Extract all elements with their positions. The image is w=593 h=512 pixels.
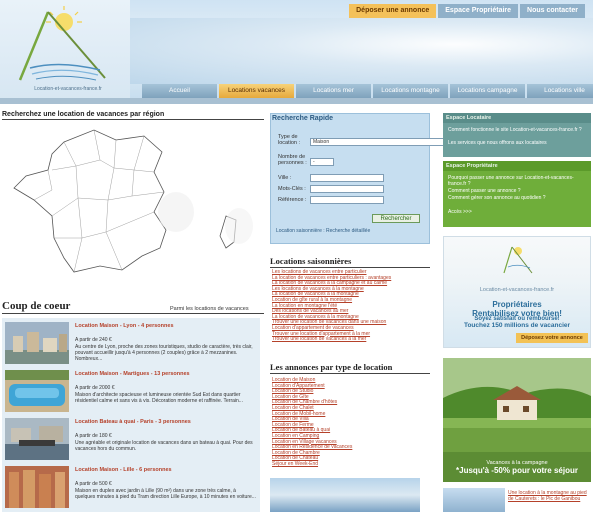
- site-header: Location-et-vacances-france.fr Déposer u…: [0, 0, 593, 104]
- persons-label: Nombre de personnes :: [278, 154, 307, 166]
- listing-price: A partir de 2000 €: [75, 385, 115, 391]
- logo-mountain-sun-icon: [503, 246, 533, 274]
- type-label: Type de location :: [278, 134, 301, 146]
- espace-proprietaire-link-1[interactable]: Pourquoi passer une annonce sur Location…: [448, 175, 588, 187]
- lille-photo[interactable]: [5, 466, 69, 508]
- ad-line-4: Soyez satisfait ou remboursé!: [474, 316, 560, 322]
- rechercher-button[interactable]: Rechercher: [372, 214, 420, 223]
- espace-locataire-title: Espace Locataire: [446, 115, 492, 121]
- motscles-label: Mots-Clés :: [278, 186, 306, 192]
- nav-divider: [0, 98, 593, 104]
- lyon-photo[interactable]: [5, 322, 69, 364]
- annonces-type-links: Location de Maison Location d'Appartement…: [272, 377, 432, 468]
- type-select[interactable]: Maison: [310, 138, 446, 146]
- france-map[interactable]: [4, 120, 264, 285]
- deposer-annonce-link[interactable]: Déposer une annonce: [349, 4, 437, 18]
- tab-locations-ville[interactable]: Locations ville: [527, 84, 593, 98]
- montagne-thumbnail[interactable]: [443, 488, 505, 512]
- listing-description: Au centre de Lyon, proche des zones tour…: [75, 344, 253, 362]
- logo-mountain-sun-icon: [18, 6, 106, 81]
- ad-logo-text: Location-et-vacances-france.fr: [479, 287, 555, 293]
- main-nav: Accueil Locations vacances Locations mer…: [142, 84, 593, 98]
- espace-proprietaire-link[interactable]: Espace Propriétaire: [438, 4, 519, 18]
- logo-text: Location-et-vacances-france.fr: [34, 86, 102, 92]
- espace-proprietaire-acces[interactable]: Accès >>>: [448, 209, 588, 215]
- ville-label: Ville :: [278, 175, 292, 181]
- listing-title[interactable]: Location Maison - Martigues - 13 personn…: [75, 371, 190, 377]
- tab-accueil[interactable]: Accueil: [142, 84, 217, 98]
- reference-input[interactable]: [310, 196, 384, 204]
- list-item-link[interactable]: Séjour en Week-End: [272, 461, 432, 468]
- tab-locations-vacances[interactable]: Locations vacances: [219, 84, 294, 98]
- mountain-photo[interactable]: [270, 478, 420, 512]
- listing-title[interactable]: Location Maison - Lyon - 4 personnes: [75, 323, 174, 329]
- reference-label: Référence :: [278, 197, 307, 203]
- list-item[interactable]: Location Maison - Martigues - 13 personn…: [2, 368, 260, 414]
- quick-search-title: Recherche Rapide: [272, 115, 334, 122]
- list-item[interactable]: Location Maison - Lille - 6 personnes A …: [2, 464, 260, 510]
- header-sky-banner: [130, 18, 593, 84]
- espace-proprietaire-link-3[interactable]: Comment gérer son annonce au quotidien ?: [448, 195, 588, 201]
- locations-saisonnieres-title: Locations saisonnières: [270, 256, 430, 268]
- listing-description: Une agréable et originale location de va…: [75, 440, 253, 452]
- boat-photo[interactable]: [5, 418, 69, 460]
- montagne-article-link[interactable]: Une location à la montagne au pied de Ca…: [508, 490, 592, 502]
- annonces-type-title: Les annonces par type de location: [270, 362, 430, 374]
- region-search-title: Recherchez une location de vacances par …: [2, 111, 264, 120]
- campagne-ad-caption: Vacances à la campagne *Jusqu'à -50% pou…: [443, 460, 591, 475]
- list-item-link[interactable]: Trouver une location de vacances à la me…: [272, 337, 432, 343]
- espace-locataire-link-1[interactable]: Comment fonctionne le site Location-et-v…: [448, 127, 588, 133]
- saisonnieres-links: Les locations de vacances entre particul…: [272, 269, 432, 343]
- list-item[interactable]: Location Bateau à quai - Paris - 3 perso…: [2, 416, 260, 462]
- list-item[interactable]: Location Maison - Lyon - 4 personnes A p…: [2, 320, 260, 366]
- pool-photo[interactable]: [5, 370, 69, 412]
- ad-line-3: Touchez 150 millions de vacancier: [463, 322, 571, 329]
- espace-proprietaire-title: Espace Propriétaire: [446, 163, 498, 169]
- listing-description: Maison en duplex avec jardin à Lille (90…: [75, 488, 256, 500]
- listing-price: A partir de 500 €: [75, 481, 112, 487]
- listing-title[interactable]: Location Maison - Lille - 6 personnes: [75, 467, 172, 473]
- campagne-caption-line-2: *Jusqu'à -50% pour votre séjour: [456, 466, 578, 475]
- listing-description: Maison d'architecte spacieuse et lumineu…: [75, 392, 243, 404]
- ville-input[interactable]: [310, 174, 384, 182]
- persons-select[interactable]: -: [310, 158, 334, 166]
- espace-locataire-link-2[interactable]: Les services que nous offrons aux locata…: [448, 140, 588, 146]
- espace-proprietaire-link-2[interactable]: Comment passer une annonce ?: [448, 188, 588, 194]
- tab-locations-mer[interactable]: Locations mer: [296, 84, 371, 98]
- listing-title[interactable]: Location Bateau à quai - Paris - 3 perso…: [75, 419, 191, 425]
- coup-de-coeur-list: Location Maison - Lyon - 4 personnes A p…: [2, 318, 260, 512]
- deposez-annonce-button[interactable]: Déposez votre annonce: [516, 333, 588, 343]
- detailed-search-link[interactable]: Location saisonnière : Recherche détaill…: [276, 228, 370, 234]
- ad-line-1: Propriétaires: [492, 300, 542, 309]
- top-links: Déposer une annonce Espace Propriétaire …: [349, 4, 585, 18]
- tab-locations-montagne[interactable]: Locations montagne: [373, 84, 448, 98]
- listing-price: A partir de 180 €: [75, 433, 112, 439]
- nous-contacter-link[interactable]: Nous contacter: [520, 4, 585, 18]
- listing-price: A partir de 240 €: [75, 337, 112, 343]
- motscles-input[interactable]: [310, 185, 384, 193]
- coup-de-coeur-link[interactable]: Parmi les locations de vacances: [170, 306, 249, 312]
- tab-locations-campagne[interactable]: Locations campagne: [450, 84, 525, 98]
